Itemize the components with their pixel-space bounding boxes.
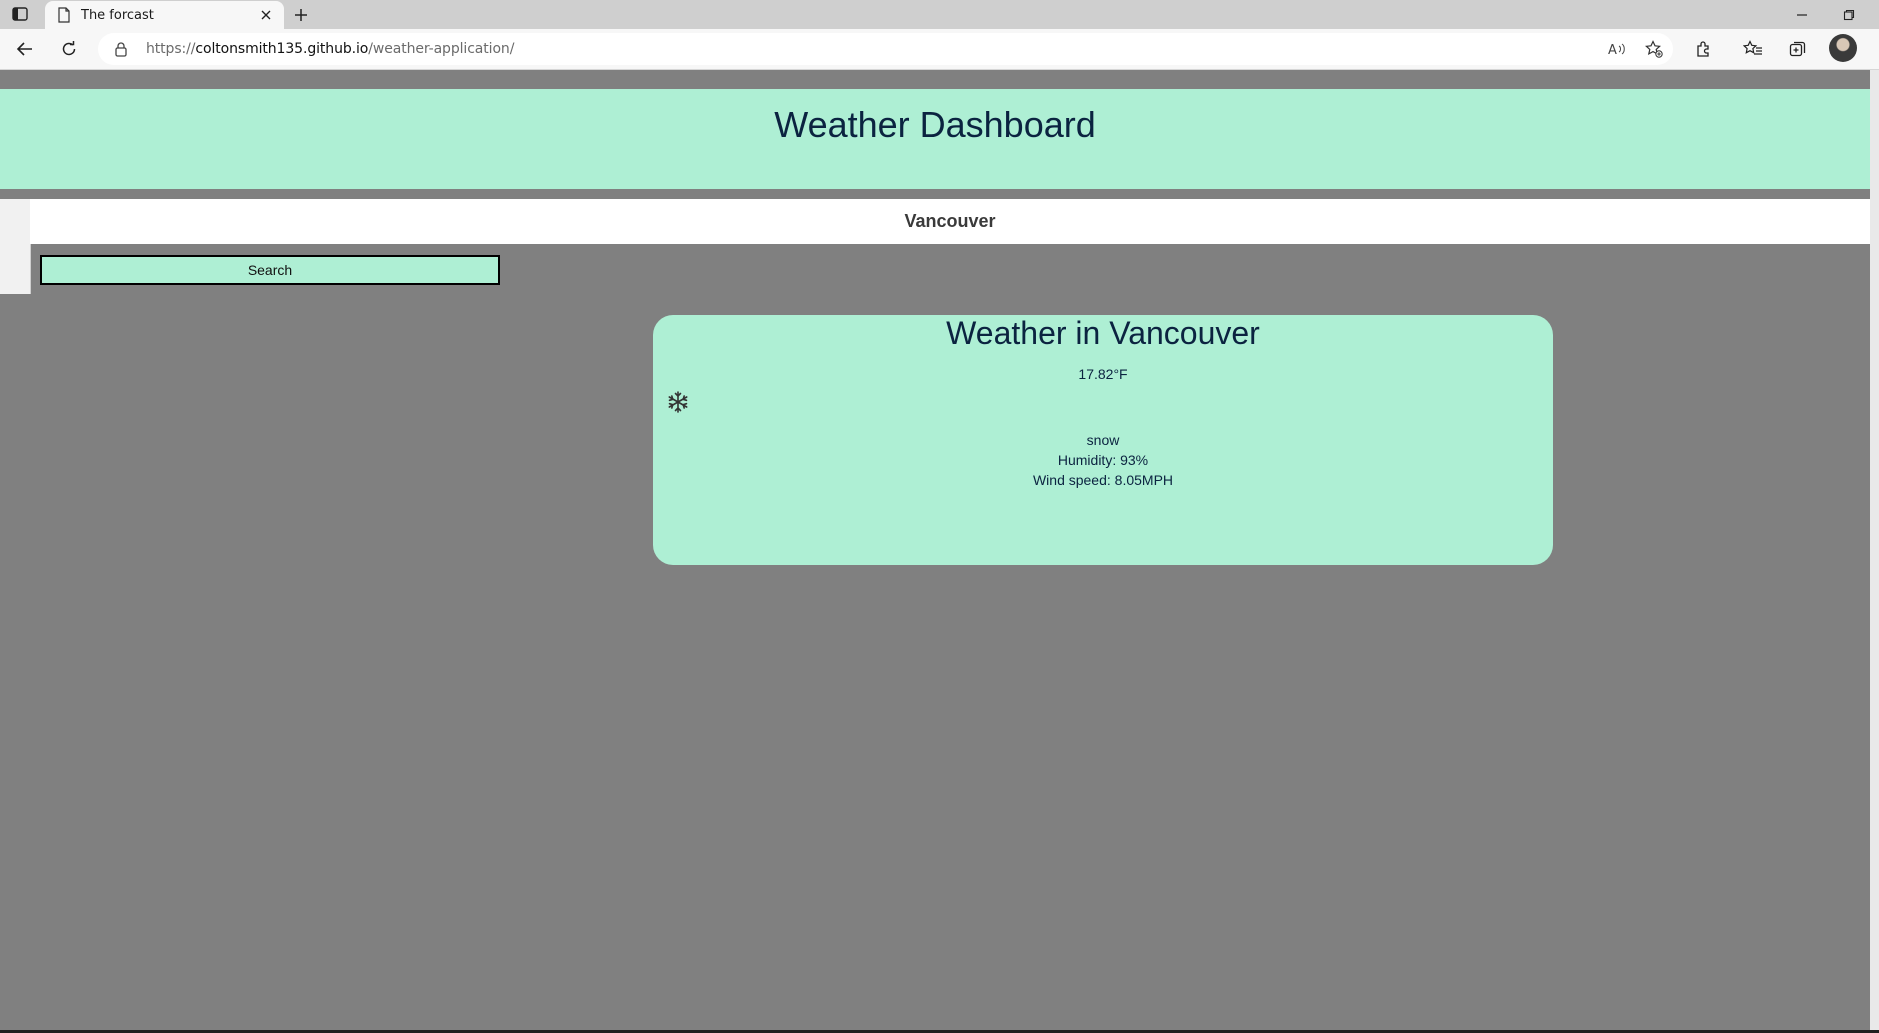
reload-icon[interactable] — [57, 37, 81, 61]
page-header: Weather Dashboard — [0, 89, 1870, 189]
page-icon — [57, 7, 71, 23]
browser-toolbar: https://coltonsmith135.github.io/weather… — [0, 29, 1879, 70]
wind-speed-value: Wind speed: 8.05MPH — [1032, 472, 1174, 488]
back-arrow-icon[interactable] — [13, 37, 37, 61]
lock-icon[interactable] — [114, 41, 128, 57]
url-scheme: https:// — [146, 41, 196, 57]
weather-details: snow Humidity: 93% Wind speed: 8.05MPH — [653, 430, 1553, 490]
add-favorite-icon[interactable] — [1642, 37, 1666, 61]
minimize-window-icon[interactable] — [1788, 4, 1816, 26]
extensions-icon[interactable] — [1692, 37, 1716, 61]
weather-description: snow — [1086, 432, 1120, 448]
page-title: Weather Dashboard — [774, 104, 1096, 145]
favorites-icon[interactable] — [1741, 37, 1765, 61]
collections-icon[interactable] — [1786, 37, 1810, 61]
tab-actions-icon[interactable] — [8, 4, 32, 24]
browser-tab-bar: The forcast — [0, 0, 1879, 29]
search-button[interactable]: Search — [40, 255, 500, 285]
sidebar-panel — [0, 199, 31, 294]
address-bar[interactable]: https://coltonsmith135.github.io/weather… — [98, 33, 1673, 65]
profile-avatar[interactable] — [1829, 34, 1857, 62]
new-tab-icon[interactable] — [290, 4, 312, 26]
temperature-value: 17.82°F — [1078, 366, 1128, 382]
close-tab-icon[interactable] — [258, 7, 274, 23]
weather-card-title: Weather in Vancouver — [946, 315, 1260, 351]
restore-window-icon[interactable] — [1835, 4, 1863, 26]
page-viewport: Weather Dashboard Search Weather in Vanc… — [0, 70, 1870, 1030]
url-path: /weather-application/ — [368, 41, 515, 57]
svg-text:A: A — [1608, 43, 1617, 56]
url-text[interactable]: https://coltonsmith135.github.io/weather… — [146, 41, 514, 57]
read-aloud-icon[interactable]: A — [1605, 37, 1629, 61]
city-search-input[interactable] — [30, 199, 1870, 244]
current-weather-card: Weather in Vancouver 17.82°F snow Humidi… — [653, 315, 1553, 565]
browser-tab-active[interactable]: The forcast — [45, 1, 284, 29]
page-scrollbar[interactable] — [1870, 70, 1879, 1030]
tab-title: The forcast — [81, 8, 154, 23]
humidity-value: Humidity: 93% — [1057, 452, 1149, 468]
url-host: coltonsmith135.github.io — [195, 41, 369, 57]
snowflake-icon — [666, 390, 690, 414]
